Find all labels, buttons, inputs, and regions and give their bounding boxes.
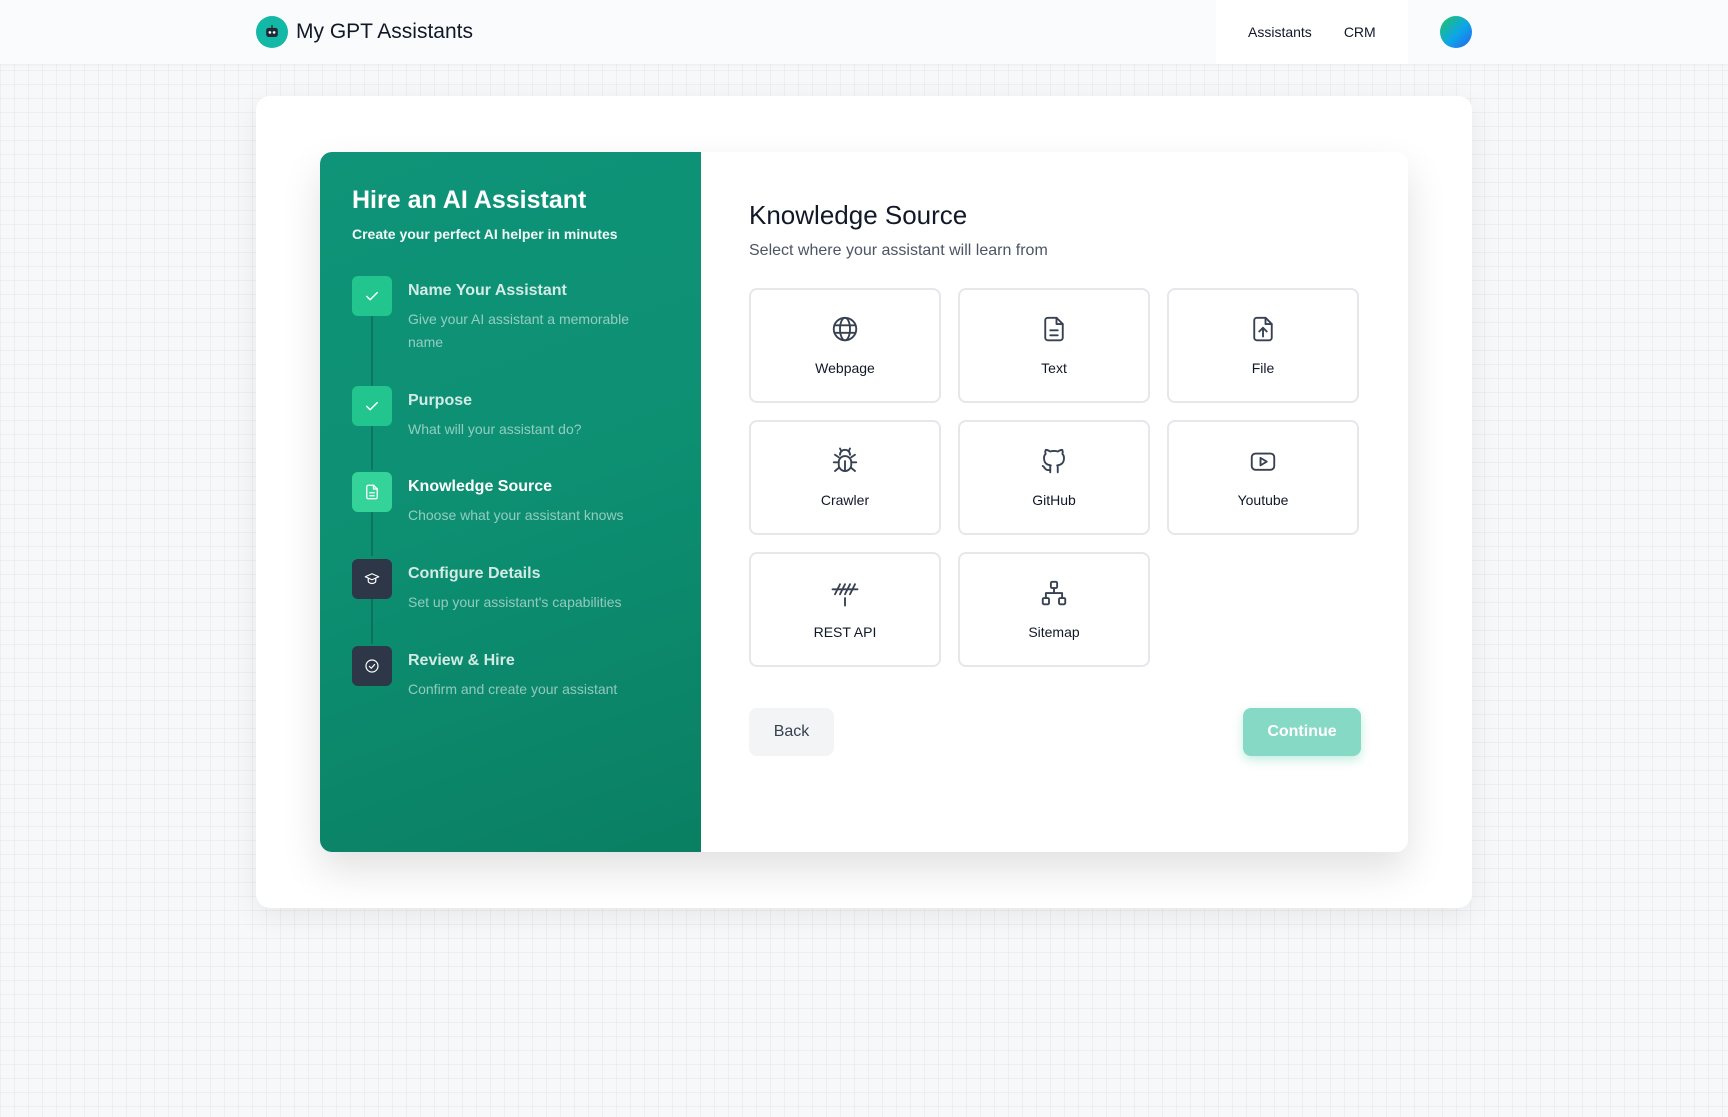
github-icon: [1039, 446, 1069, 481]
step-description: Confirm and create your assistant: [408, 681, 618, 697]
check-icon: [352, 386, 392, 426]
continue-button[interactable]: Continue: [1243, 708, 1361, 756]
option-label: REST API: [813, 624, 877, 640]
step-description: Set up your assistant's capabilities: [408, 594, 622, 610]
wizard-title: Hire an AI Assistant: [352, 186, 587, 214]
check-circle-icon: [352, 646, 392, 686]
source-option-crawler[interactable]: Crawler: [749, 420, 941, 535]
option-label: Youtube: [1237, 492, 1289, 508]
graduation-cap-icon: [352, 559, 392, 599]
source-options-grid: Webpage Text File Crawler GitHub Youtube…: [749, 288, 1361, 667]
step-title: Knowledge Source: [408, 478, 553, 495]
step-description: Give your AI assistant a memorable name: [408, 311, 629, 350]
option-label: Text: [1041, 360, 1067, 376]
wizard-steps-panel: Hire an AI Assistant Create your perfect…: [320, 152, 701, 852]
app-logo[interactable]: My GPT Assistants: [256, 16, 473, 48]
file-upload-icon: [1248, 314, 1278, 349]
bug-icon: [830, 446, 860, 481]
source-option-sitemap[interactable]: Sitemap: [958, 552, 1150, 667]
youtube-icon: [1248, 446, 1278, 481]
option-label: Crawler: [820, 492, 870, 508]
section-subtitle: Select where your assistant will learn f…: [749, 242, 1048, 259]
option-label: GitHub: [1032, 492, 1076, 508]
step-title: Review & Hire: [408, 652, 515, 669]
option-label: Webpage: [815, 360, 875, 376]
wizard-subtitle: Create your perfect AI helper in minutes: [352, 226, 618, 242]
source-option-text[interactable]: Text: [958, 288, 1150, 403]
step-description: What will your assistant do?: [408, 421, 582, 437]
source-option-webpage[interactable]: Webpage: [749, 288, 941, 403]
back-button[interactable]: Back: [749, 708, 834, 756]
source-option-github[interactable]: GitHub: [958, 420, 1150, 535]
sitemap-icon: [1039, 578, 1069, 613]
document-icon: [352, 472, 392, 512]
document-text-icon: [1039, 314, 1069, 349]
option-label: File: [1251, 360, 1275, 376]
nav-link-assistants[interactable]: Assistants: [1232, 24, 1328, 40]
main-nav: Assistants CRM: [1216, 0, 1408, 64]
step-title: Configure Details: [408, 565, 541, 582]
globe-icon: [830, 314, 860, 349]
step-title: Purpose: [408, 392, 473, 409]
check-icon: [352, 276, 392, 316]
app-title: My GPT Assistants: [296, 20, 473, 43]
api-icon: [830, 578, 860, 613]
step-title: Name Your Assistant: [408, 282, 567, 299]
source-option-rest-api[interactable]: REST API: [749, 552, 941, 667]
source-option-file[interactable]: File: [1167, 288, 1359, 403]
nav-link-crm[interactable]: CRM: [1328, 24, 1392, 40]
user-avatar[interactable]: [1440, 16, 1472, 48]
robot-icon: [256, 16, 288, 48]
step-description: Choose what your assistant knows: [408, 507, 624, 523]
section-title: Knowledge Source: [749, 200, 968, 230]
option-label: Sitemap: [1028, 624, 1080, 640]
top-header: My GPT Assistants Assistants CRM: [0, 0, 1728, 64]
source-option-youtube[interactable]: Youtube: [1167, 420, 1359, 535]
